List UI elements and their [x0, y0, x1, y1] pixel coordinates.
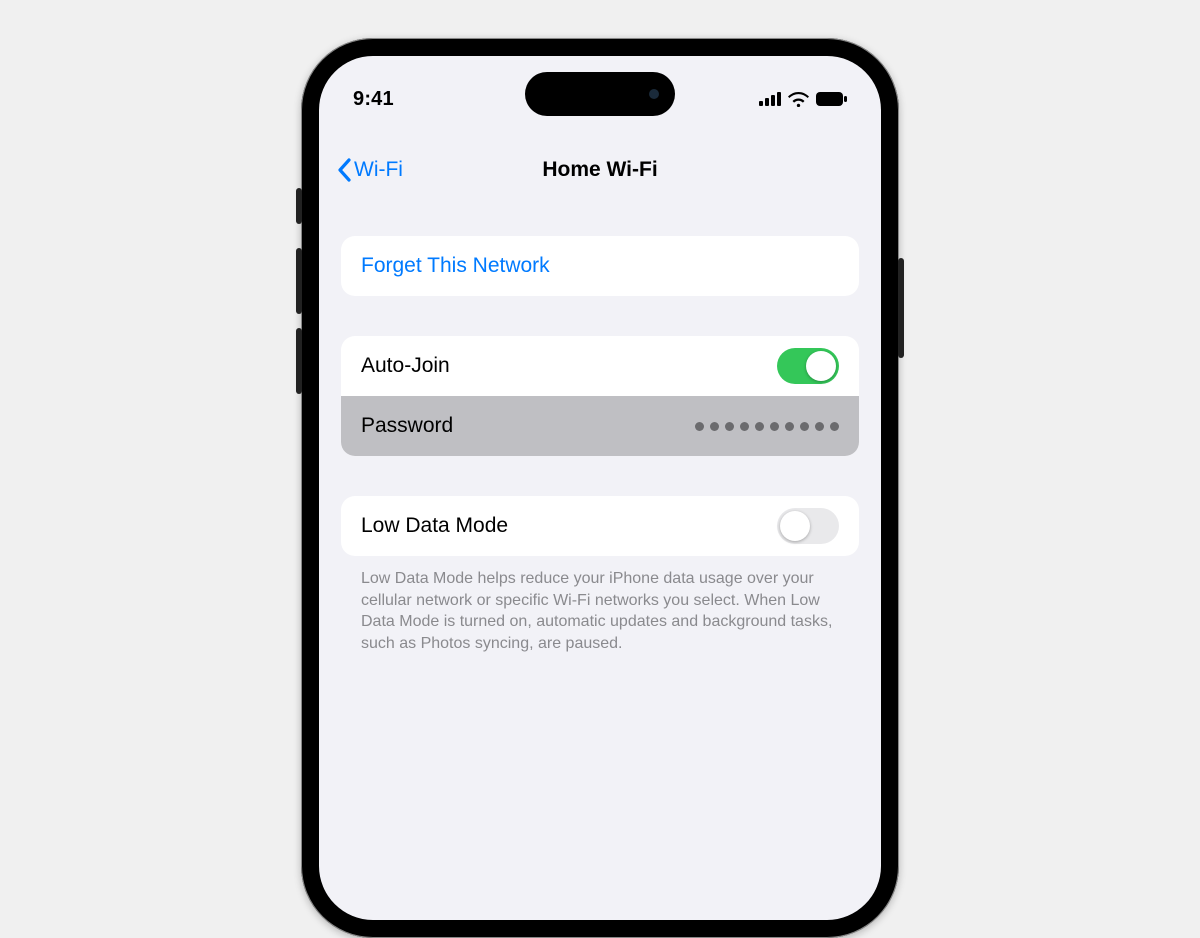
back-button[interactable]: Wi-Fi — [337, 158, 403, 182]
password-row[interactable]: Password — [341, 396, 859, 456]
low-data-label: Low Data Mode — [361, 514, 508, 538]
forget-network-button[interactable]: Forget This Network — [341, 236, 859, 296]
forget-label: Forget This Network — [361, 254, 550, 278]
dynamic-island — [525, 72, 675, 116]
side-button — [296, 188, 302, 224]
volume-down-button — [296, 328, 302, 394]
back-label: Wi-Fi — [354, 158, 403, 182]
cellular-signal-icon — [759, 92, 781, 106]
auto-join-toggle[interactable] — [777, 348, 839, 384]
low-data-group: Low Data Mode — [341, 496, 859, 556]
screen: 9:41 Wi-Fi Home — [319, 56, 881, 920]
password-value — [695, 422, 839, 431]
forget-group: Forget This Network — [341, 236, 859, 296]
power-button — [898, 258, 904, 358]
auto-join-row: Auto-Join — [341, 336, 859, 396]
chevron-left-icon — [337, 158, 352, 182]
low-data-row: Low Data Mode — [341, 496, 859, 556]
phone-frame: 9:41 Wi-Fi Home — [301, 38, 899, 938]
page-title: Home Wi-Fi — [542, 158, 657, 182]
password-label: Password — [361, 414, 453, 438]
status-time: 9:41 — [353, 88, 394, 111]
settings-group: Auto-Join Password — [341, 336, 859, 456]
battery-icon — [816, 92, 847, 106]
wifi-icon — [788, 92, 809, 107]
low-data-footnote: Low Data Mode helps reduce your iPhone d… — [341, 568, 859, 654]
auto-join-label: Auto-Join — [361, 354, 450, 378]
nav-bar: Wi-Fi Home Wi-Fi — [319, 144, 881, 196]
volume-up-button — [296, 248, 302, 314]
low-data-toggle[interactable] — [777, 508, 839, 544]
